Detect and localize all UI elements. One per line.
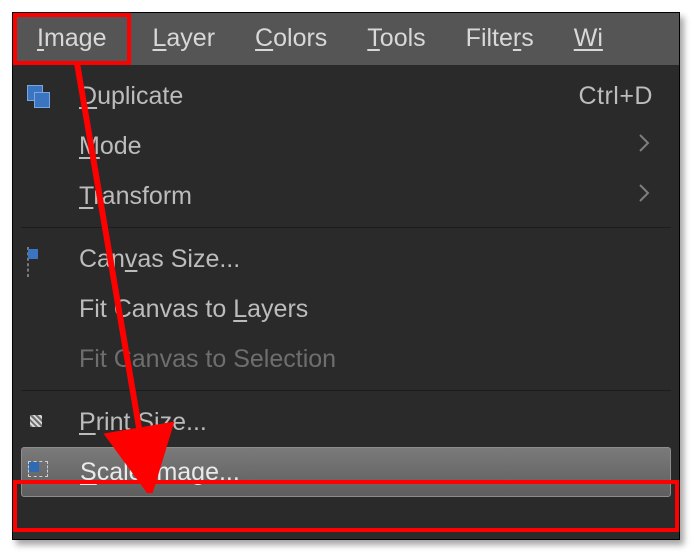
menu-colors-rest: olors bbox=[273, 24, 327, 52]
print-size-icon bbox=[27, 411, 79, 433]
menu-tools-rest: ools bbox=[380, 24, 426, 52]
menu-tools-underline: T bbox=[367, 24, 380, 52]
menuitem-duplicate-label: Duplicate bbox=[79, 82, 578, 111]
menu-image[interactable]: Image bbox=[13, 15, 129, 63]
separator bbox=[21, 227, 671, 228]
menu-layer[interactable]: Layer bbox=[137, 15, 232, 63]
menuitem-scale-image[interactable]: Scale Image... bbox=[21, 447, 671, 497]
menuitem-scale-image-label: Scale Image... bbox=[80, 458, 664, 487]
menuitem-print-size[interactable]: Print Size... bbox=[21, 397, 671, 447]
separator bbox=[21, 390, 671, 391]
duplicate-icon bbox=[27, 85, 79, 107]
chevron-right-icon bbox=[637, 182, 665, 211]
menu-image-rest: mage bbox=[44, 24, 107, 52]
menu-colors[interactable]: Colors bbox=[239, 15, 343, 63]
menu-filters-lead: Filte bbox=[466, 24, 513, 52]
menuitem-fit-canvas-to-layers[interactable]: Fit Canvas to Layers bbox=[21, 284, 671, 334]
menu-filters-underline: r bbox=[513, 24, 521, 52]
menuitem-transform-label: Transform bbox=[79, 182, 637, 211]
chevron-right-icon bbox=[637, 132, 665, 161]
menu-layer-underline: L bbox=[153, 24, 167, 52]
menubar: Image Layer Colors Tools Filters Wi bbox=[13, 13, 679, 65]
scale-image-icon bbox=[28, 461, 80, 483]
menuitem-fit-layers-label: Fit Canvas to Layers bbox=[79, 295, 665, 324]
menuitem-fit-canvas-to-selection: Fit Canvas to Selection bbox=[21, 334, 671, 384]
menuitem-mode-label: Mode bbox=[79, 132, 637, 161]
menu-layer-rest: ayer bbox=[166, 24, 215, 52]
menuitem-duplicate-shortcut: Ctrl+D bbox=[578, 82, 665, 111]
image-dropdown: Duplicate Ctrl+D Mode Transform Canvas bbox=[13, 65, 679, 497]
menuitem-mode[interactable]: Mode bbox=[21, 121, 671, 171]
menuitem-duplicate[interactable]: Duplicate Ctrl+D bbox=[21, 71, 671, 121]
menuitem-canvas-size-label: Canvas Size... bbox=[79, 245, 665, 274]
menu-colors-underline: C bbox=[255, 24, 273, 52]
gimp-image-menu-screenshot: Image Layer Colors Tools Filters Wi Dupl… bbox=[12, 12, 680, 540]
menuitem-transform[interactable]: Transform bbox=[21, 171, 671, 221]
menu-tools[interactable]: Tools bbox=[351, 15, 441, 63]
menuitem-canvas-size[interactable]: Canvas Size... bbox=[21, 234, 671, 284]
menu-partial-underline: Wi bbox=[574, 24, 603, 52]
menu-filters[interactable]: Filters bbox=[450, 15, 550, 63]
canvas-size-icon bbox=[27, 248, 79, 270]
menu-partial[interactable]: Wi bbox=[558, 15, 619, 63]
menuitem-print-size-label: Print Size... bbox=[79, 408, 665, 437]
menu-filters-tail: s bbox=[521, 24, 534, 52]
menuitem-fit-selection-label: Fit Canvas to Selection bbox=[79, 345, 665, 374]
menu-image-underline: I bbox=[37, 24, 44, 52]
